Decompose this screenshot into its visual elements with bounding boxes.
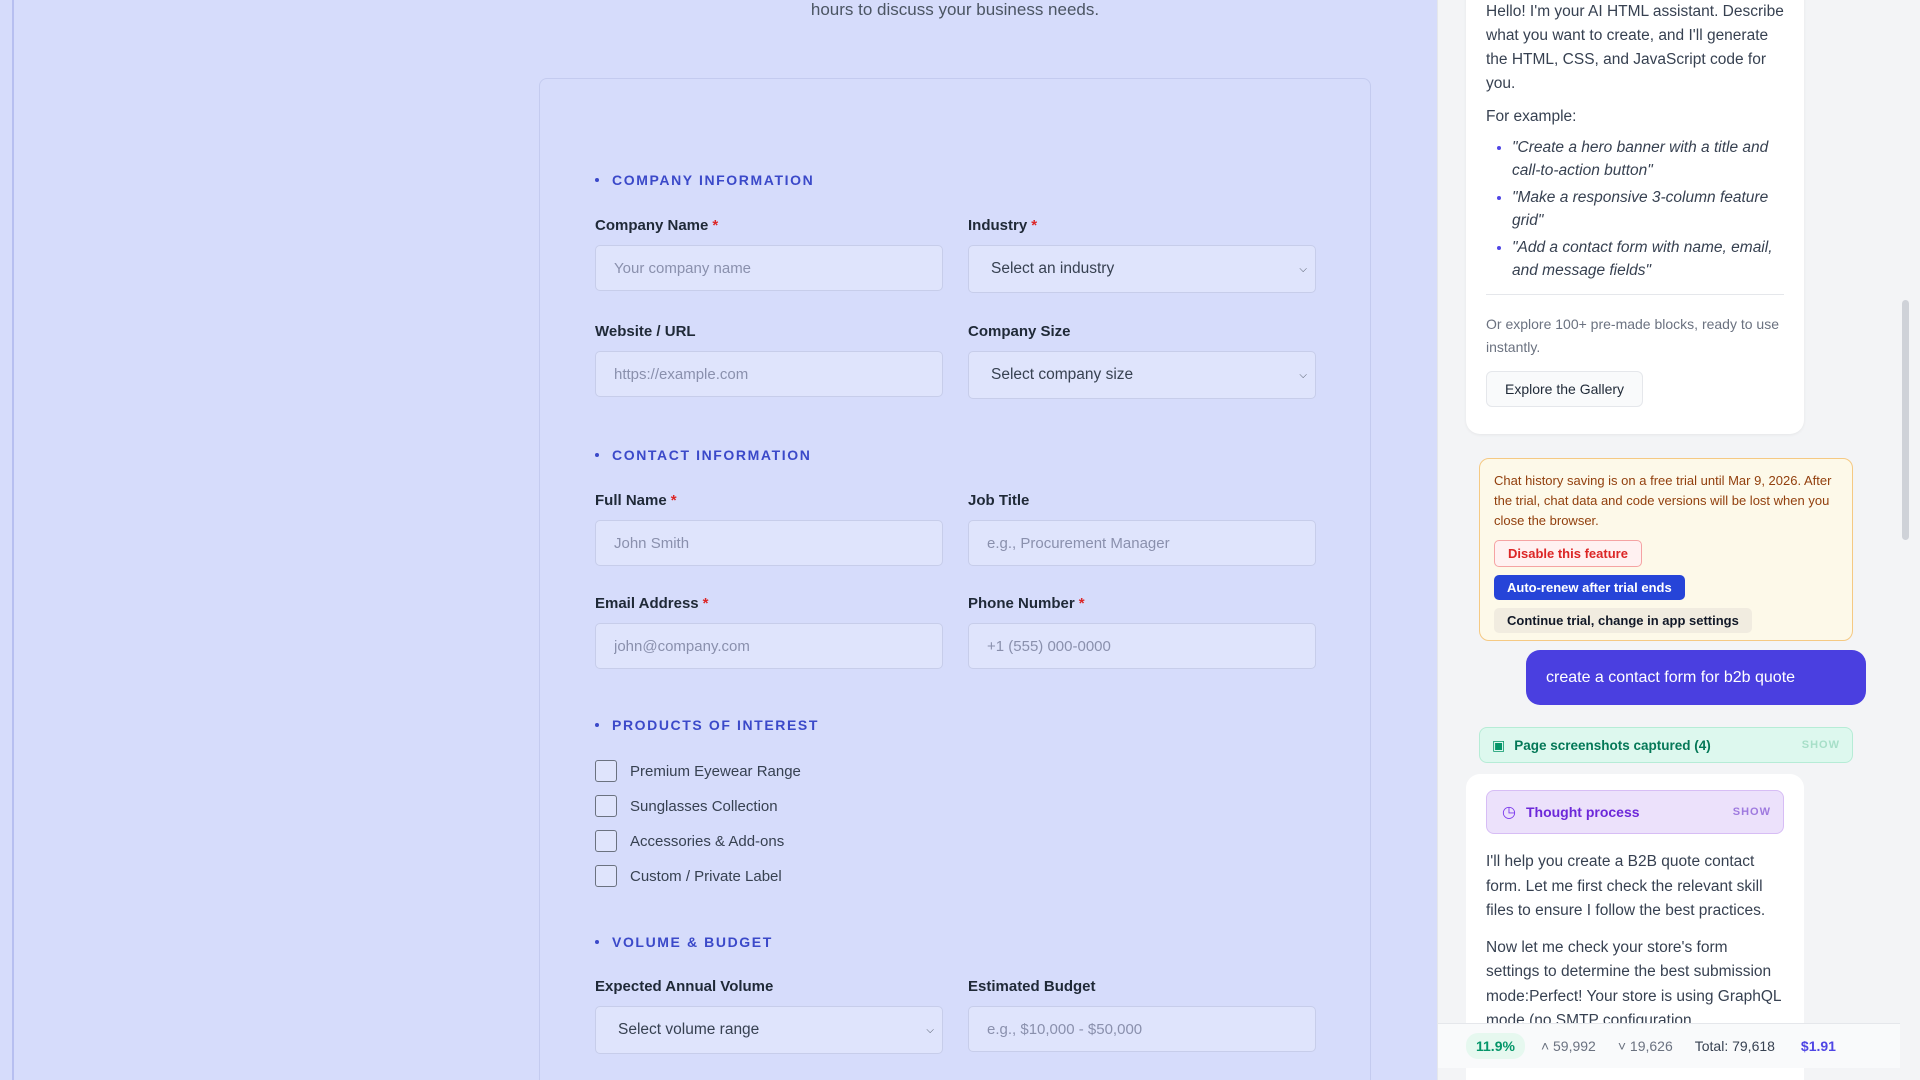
product-option[interactable]: Custom / Private Label [595, 865, 782, 887]
bullet-icon [595, 723, 599, 727]
chevron-down-icon: ⌵ [926, 1024, 934, 1036]
checkbox[interactable] [595, 795, 617, 817]
thought-show-toggle[interactable]: SHOW [1733, 806, 1771, 818]
chevron-down-icon: ⌵ [1299, 263, 1307, 275]
total-tokens: Total: 79,618 [1694, 1038, 1775, 1054]
bullet-icon [595, 178, 599, 182]
cost-value: $1.91 [1800, 1038, 1836, 1054]
trial-notice-text: Chat history saving is on a free trial u… [1494, 473, 1832, 528]
greeting-text: Hello! I'm your AI HTML assistant. Descr… [1486, 3, 1784, 92]
annual-volume-select-value: Select volume range [618, 1021, 760, 1038]
screenshots-show-toggle[interactable]: SHOW [1802, 739, 1840, 751]
section-title-products: PRODUCTS OF INTEREST [595, 717, 819, 733]
budget-label: Estimated Budget [968, 978, 1096, 995]
example-item: "Create a hero banner with a title and c… [1512, 136, 1784, 182]
full-name-label: Full Name * [595, 492, 677, 509]
industry-label: Industry * [968, 217, 1038, 234]
screenshots-captured-bar[interactable]: ▣ Page screenshots captured (4) SHOW [1479, 727, 1853, 763]
arrow-up-icon: ˄ [1540, 1038, 1550, 1054]
industry-select[interactable]: Select an industry ⌵ [968, 245, 1316, 293]
email-field[interactable] [595, 623, 943, 669]
company-size-select-value: Select company size [991, 366, 1134, 383]
intro-text: hours to discuss your business needs. [810, 0, 1100, 19]
divider [1486, 294, 1784, 295]
auto-renew-button[interactable]: Auto-renew after trial ends [1494, 575, 1685, 600]
trial-notice: Chat history saving is on a free trial u… [1479, 458, 1853, 641]
example-item: "Add a contact form with name, email, an… [1512, 236, 1784, 282]
chat-panel: Hello! I'm your AI HTML assistant. Descr… [1437, 0, 1920, 1080]
screenshots-label: Page screenshots captured (4) [1514, 737, 1711, 753]
example-list: "Create a hero banner with a title and c… [1486, 136, 1784, 282]
company-name-input[interactable] [595, 245, 943, 291]
checkbox[interactable] [595, 760, 617, 782]
company-size-label: Company Size [968, 323, 1071, 340]
chat-scrollbar[interactable] [1902, 300, 1909, 540]
explore-text: Or explore 100+ pre-made blocks, ready t… [1486, 316, 1779, 355]
checkbox[interactable] [595, 865, 617, 887]
bullet-icon [595, 940, 599, 944]
explore-gallery-button[interactable]: Explore the Gallery [1486, 371, 1644, 407]
image-icon: ▣ [1492, 736, 1506, 753]
preview-edge [12, 0, 14, 1080]
checkbox[interactable] [595, 830, 617, 852]
website-input[interactable] [595, 351, 943, 397]
disable-feature-button[interactable]: Disable this feature [1494, 540, 1642, 567]
budget-input[interactable] [968, 1006, 1316, 1052]
arrow-down-icon: ˅ [1617, 1038, 1627, 1054]
annual-volume-select[interactable]: Select volume range ⌵ [595, 1006, 943, 1054]
context-percent-badge: 11.9% [1466, 1033, 1525, 1059]
thought-process-label: Thought process [1525, 804, 1640, 820]
product-option[interactable]: Sunglasses Collection [595, 795, 778, 817]
page-preview: hours to discuss your business needs. CO… [0, 0, 1437, 1080]
input-tokens: ˄ 59,992 [1540, 1038, 1596, 1054]
job-title-label: Job Title [968, 492, 1030, 509]
company-name-label: Company Name * [595, 217, 719, 234]
user-message: create a contact form for b2b quote [1526, 650, 1866, 705]
product-option[interactable]: Premium Eyewear Range [595, 760, 801, 782]
website-label: Website / URL [595, 323, 696, 340]
assistant-welcome-message: Hello! I'm your AI HTML assistant. Descr… [1466, 0, 1804, 434]
section-title-company: COMPANY INFORMATION [595, 172, 814, 188]
industry-select-value: Select an industry [991, 260, 1115, 277]
chevron-down-icon: ⌵ [1299, 369, 1307, 381]
continue-trial-button[interactable]: Continue trial, change in app settings [1494, 608, 1752, 633]
full-name-input[interactable] [595, 520, 943, 566]
phone-label: Phone Number * [968, 595, 1085, 612]
bullet-icon [595, 453, 599, 457]
section-title-volume: VOLUME & BUDGET [595, 934, 773, 950]
section-title-contact: CONTACT INFORMATION [595, 447, 811, 463]
company-size-select[interactable]: Select company size ⌵ [968, 351, 1316, 399]
job-title-input[interactable] [968, 520, 1316, 566]
quote-form: COMPANY INFORMATION Company Name* Indust… [539, 78, 1371, 1080]
email-label: Email Address * [595, 595, 709, 612]
example-item: "Make a responsive 3-column feature grid… [1512, 186, 1784, 232]
examples-heading: For example: [1486, 108, 1577, 125]
reply-text: I'll help you create a B2B quote contact… [1486, 853, 1766, 919]
token-stats-bar: 11.9% ˄ 59,992 ˅ 19,626 Total: 79,618 $1… [1438, 1023, 1900, 1068]
output-tokens: ˅ 19,626 [1617, 1038, 1673, 1054]
thought-process-toggle[interactable]: ◷ Thought process SHOW [1486, 790, 1784, 834]
clock-icon: ◷ [1502, 804, 1516, 821]
product-option[interactable]: Accessories & Add-ons [595, 830, 784, 852]
phone-input[interactable] [968, 623, 1316, 669]
annual-volume-label: Expected Annual Volume [595, 978, 774, 995]
reply-text: Now let me check your store's form setti… [1486, 938, 1781, 1030]
